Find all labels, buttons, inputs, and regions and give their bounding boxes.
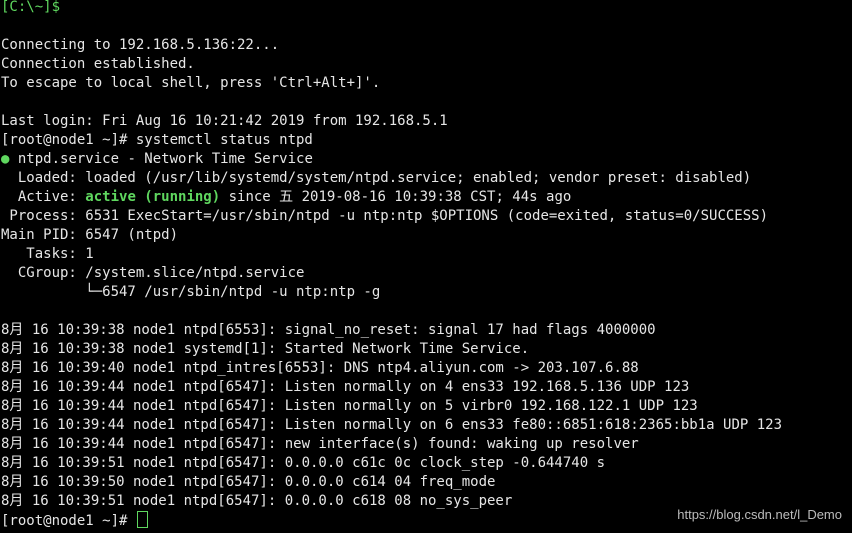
terminal-window[interactable]: [C:\~]$ Connecting to 192.168.5.136:22..… — [1, 0, 851, 530]
connect-message: Connection established. — [1, 56, 195, 72]
log-line: 8月 16 10:39:40 node1 ntpd_intres[6553]: … — [1, 360, 639, 376]
active-state: active (running) — [85, 189, 221, 205]
last-login-line: Last login: Fri Aug 16 10:21:42 2019 fro… — [1, 113, 448, 129]
service-title: ntpd.service - Network Time Service — [9, 151, 313, 167]
main-pid-line: Main PID: 6547 (ntpd) — [1, 227, 179, 243]
text-cursor[interactable] — [136, 511, 148, 528]
process-line: Process: 6531 ExecStart=/usr/sbin/ntpd -… — [1, 208, 769, 224]
log-line: 8月 16 10:39:44 node1 ntpd[6547]: new int… — [1, 436, 639, 452]
connect-message: To escape to local shell, press 'Ctrl+Al… — [1, 75, 381, 91]
log-line: 8月 16 10:39:44 node1 ntpd[6547]: Listen … — [1, 398, 698, 414]
tasks-line: Tasks: 1 — [1, 246, 94, 262]
active-label: Active: — [1, 189, 86, 205]
log-line: 8月 16 10:39:51 node1 ntpd[6547]: 0.0.0.0… — [1, 455, 606, 471]
service-title-line: ● ntpd.service - Network Time Service — [1, 150, 851, 169]
connect-message: Connecting to 192.168.5.136:22... — [1, 37, 280, 53]
active-line: Active: active (running) since 五 2019-08… — [1, 188, 851, 207]
local-shell-prompt: [C:\~]$ — [1, 0, 61, 15]
log-line: 8月 16 10:39:38 node1 ntpd[6553]: signal_… — [1, 322, 656, 338]
active-since: since 五 2019-08-16 10:39:38 CST; 44s ago — [220, 189, 572, 205]
cgroup-line: CGroup: /system.slice/ntpd.service — [1, 265, 305, 281]
cgroup-child-line: └─6547 /usr/sbin/ntpd -u ntp:ntp -g — [1, 284, 381, 300]
log-line: 8月 16 10:39:44 node1 ntpd[6547]: Listen … — [1, 379, 690, 395]
loaded-line: Loaded: loaded (/usr/lib/systemd/system/… — [1, 170, 752, 186]
command-line: [root@node1 ~]# systemctl status ntpd — [1, 132, 313, 148]
log-line: 8月 16 10:39:38 node1 systemd[1]: Started… — [1, 341, 530, 357]
log-line: 8月 16 10:39:50 node1 ntpd[6547]: 0.0.0.0… — [1, 474, 496, 490]
final-prompt: [root@node1 ~]# — [1, 513, 136, 529]
watermark-text: https://blog.csdn.net/l_Demo — [677, 507, 842, 522]
log-line: 8月 16 10:39:44 node1 ntpd[6547]: Listen … — [1, 417, 783, 433]
